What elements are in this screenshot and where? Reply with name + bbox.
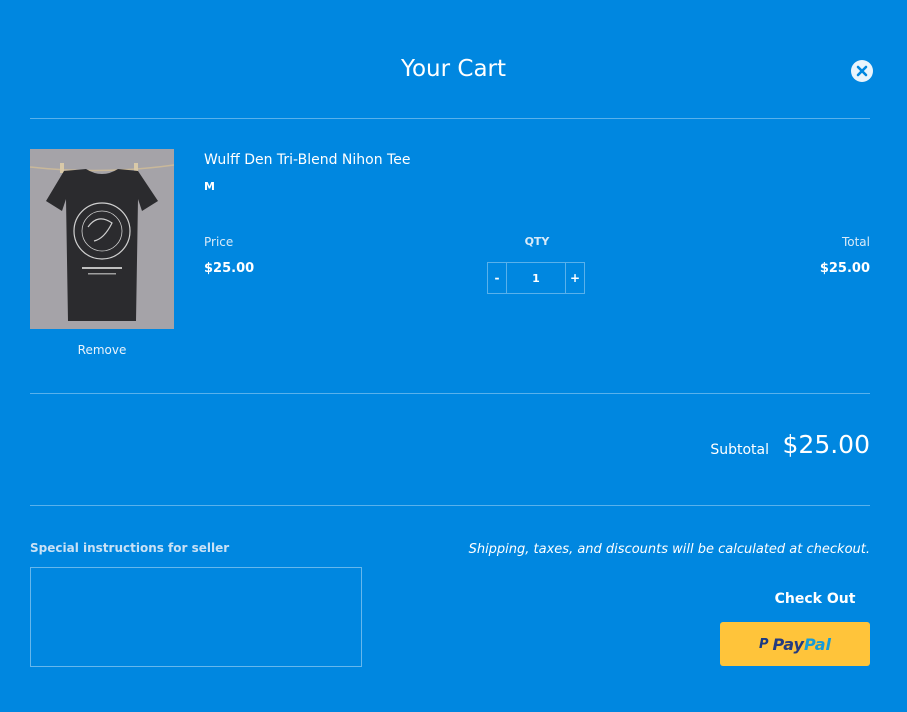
- price-label: Price: [204, 235, 234, 249]
- item-divider: [30, 393, 870, 394]
- paypal-label-light: Pal: [803, 634, 831, 654]
- subtotal-label: Subtotal: [710, 442, 769, 458]
- quantity-stepper: - 1 +: [487, 262, 585, 294]
- paypal-label-dark: Pay: [772, 634, 804, 654]
- price-value: $25.00: [204, 261, 255, 276]
- total-value: $25.00: [819, 261, 870, 276]
- paypal-button[interactable]: P PayPal: [720, 622, 870, 666]
- close-icon: [856, 65, 868, 77]
- product-name[interactable]: Wulff Den Tri-Blend Nihon Tee: [204, 152, 410, 168]
- checkout-button[interactable]: Check Out: [760, 588, 870, 610]
- summary-divider: [30, 505, 870, 506]
- product-variant: M: [204, 180, 215, 193]
- special-instructions-textarea[interactable]: [30, 567, 362, 667]
- qty-increase-button[interactable]: +: [566, 263, 584, 293]
- total-label: Total: [841, 235, 870, 249]
- page-title: Your Cart: [400, 56, 507, 82]
- tshirt-image-icon: [30, 149, 174, 329]
- paypal-icon: P: [759, 636, 769, 652]
- qty-label: QTY: [524, 235, 550, 248]
- header-divider: [30, 118, 870, 119]
- product-image[interactable]: [30, 149, 174, 329]
- notes-label: Special instructions for seller: [30, 541, 230, 555]
- paypal-label: PayPal: [773, 635, 831, 654]
- subtotal-value: $25.00: [782, 430, 870, 459]
- qty-decrease-button[interactable]: -: [488, 263, 506, 293]
- shipping-note: Shipping, taxes, and discounts will be c…: [468, 542, 870, 557]
- remove-link[interactable]: Remove: [30, 343, 174, 357]
- qty-input[interactable]: 1: [506, 263, 566, 293]
- close-button[interactable]: [851, 60, 873, 82]
